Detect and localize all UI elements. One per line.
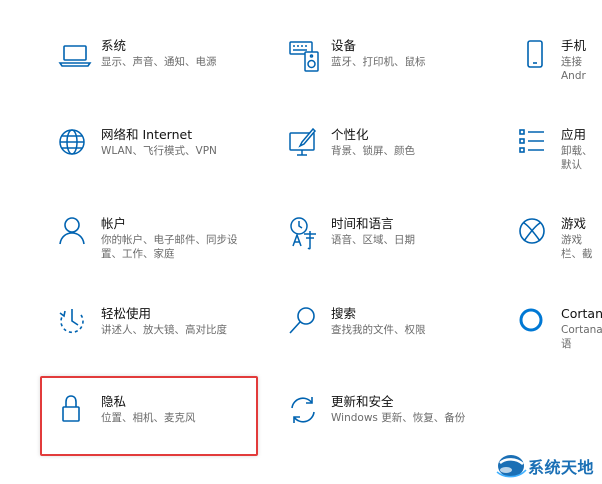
privacy-highlight-box	[40, 376, 258, 456]
settings-tile-phone[interactable]: 手机 连接 Andr	[517, 38, 602, 102]
tile-title: Cortana	[561, 306, 602, 321]
search-icon	[287, 306, 323, 342]
settings-tile-time-language[interactable]: 时间和语言 语音、区域、日期	[287, 216, 497, 280]
tile-description: 你的帐户、电子邮件、同步设 置、工作、家庭	[101, 234, 238, 260]
settings-tile-network[interactable]: 网络和 Internet WLAN、飞行模式、VPN	[57, 127, 267, 191]
person-icon	[57, 216, 93, 252]
tile-description: 连接 Andr	[561, 56, 586, 82]
tile-title: 手机	[561, 38, 587, 53]
tile-description: Cortana 语	[561, 324, 602, 350]
settings-tile-accounts[interactable]: 帐户 你的帐户、电子邮件、同步设 置、工作、家庭	[57, 216, 267, 280]
tile-description: 背景、锁屏、颜色	[331, 145, 415, 157]
settings-tile-update-security[interactable]: 更新和安全 Windows 更新、恢复、备份	[287, 394, 497, 458]
settings-tile-cortana[interactable]: Cortana Cortana 语	[517, 306, 602, 370]
watermark-text: 系统天地	[528, 458, 595, 477]
settings-tile-system[interactable]: 系统 显示、声音、通知、电源	[57, 38, 267, 102]
tile-description: Windows 更新、恢复、备份	[331, 412, 466, 424]
tile-description: 讲述人、放大镜、高对比度	[101, 324, 227, 336]
tile-title: 应用	[561, 127, 587, 142]
tile-description: 卸载、默认	[561, 145, 593, 171]
tile-title: 设备	[331, 38, 357, 53]
globe-icon	[57, 127, 93, 163]
tile-title: 网络和 Internet	[101, 127, 193, 142]
phone-icon	[517, 38, 553, 74]
settings-tile-personalization[interactable]: 个性化 背景、锁屏、颜色	[287, 127, 497, 191]
settings-tile-apps[interactable]: 应用 卸载、默认	[517, 127, 602, 191]
keyboard-speaker-icon	[287, 38, 323, 74]
settings-tile-devices[interactable]: 设备 蓝牙、打印机、鼠标	[287, 38, 497, 102]
tile-description: 查找我的文件、权限	[331, 324, 426, 336]
sync-arrows-icon	[287, 394, 323, 430]
ease-of-access-icon	[57, 306, 93, 342]
tile-title: 时间和语言	[331, 216, 394, 231]
settings-tile-search[interactable]: 搜索 查找我的文件、权限	[287, 306, 497, 370]
cortana-ring-icon	[517, 306, 553, 342]
tile-title: 轻松使用	[101, 306, 152, 321]
tile-title: 个性化	[331, 127, 369, 142]
tile-description: 显示、声音、通知、电源	[101, 56, 217, 68]
time-language-icon	[287, 216, 323, 252]
tile-title: 游戏	[561, 216, 587, 231]
settings-tile-gaming[interactable]: 游戏 游戏栏、截	[517, 216, 602, 280]
laptop-icon	[57, 38, 93, 74]
tile-title: 搜索	[331, 306, 357, 321]
watermark-logo-icon	[494, 450, 528, 480]
settings-tile-ease-of-access[interactable]: 轻松使用 讲述人、放大镜、高对比度	[57, 306, 267, 370]
tile-title: 系统	[101, 38, 127, 53]
tile-title: 更新和安全	[331, 394, 394, 409]
tile-title: 帐户	[101, 216, 127, 231]
xbox-icon	[517, 216, 553, 252]
tile-description: 语音、区域、日期	[331, 234, 415, 246]
paint-brush-monitor-icon	[287, 127, 323, 163]
tile-description: 游戏栏、截	[561, 234, 593, 260]
app-list-icon	[517, 127, 553, 163]
watermark: 系统天地	[494, 448, 602, 482]
tile-description: 蓝牙、打印机、鼠标	[331, 56, 426, 68]
tile-description: WLAN、飞行模式、VPN	[101, 145, 217, 157]
